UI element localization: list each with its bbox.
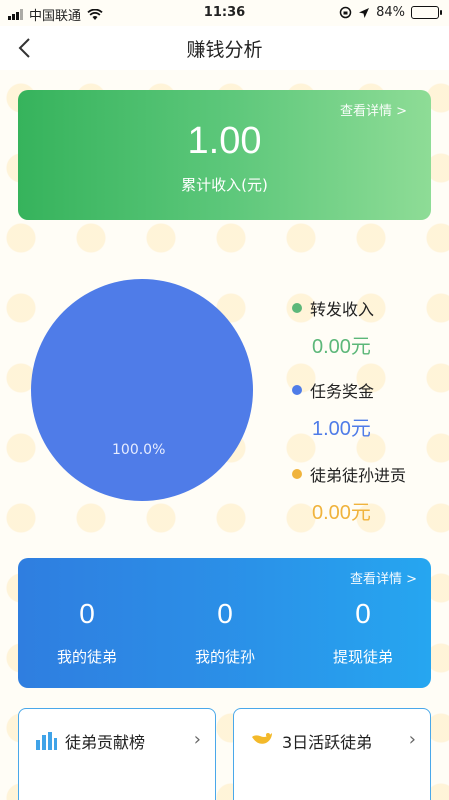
contribution-rank-card[interactable]: 徒弟贡献榜 › xyxy=(18,708,216,800)
pie-data-label: 100.0% xyxy=(112,442,166,458)
total-income-amount: 1.00 xyxy=(187,120,262,162)
income-detail-link[interactable]: 查看详情 > xyxy=(340,100,407,119)
chevron-right-icon: › xyxy=(408,729,416,750)
battery-percent: 84% xyxy=(376,5,405,20)
chevron-right-icon: › xyxy=(193,729,201,750)
team-detail-link[interactable]: 查看详情 > xyxy=(350,568,417,587)
stat-label: 提现徒弟 xyxy=(332,648,393,666)
legend-item-task: 任务奖金 1.00元 xyxy=(292,378,374,441)
stat-label: 我的徒弟 xyxy=(56,648,117,666)
pie-svg xyxy=(31,279,253,501)
stat-withdraw-apprentices[interactable]: 0 提现徒弟 xyxy=(294,598,432,667)
bar-chart-icon xyxy=(36,732,57,750)
nav-bar: 赚钱分析 xyxy=(0,26,449,70)
legend-dot-icon xyxy=(292,469,302,479)
battery-icon xyxy=(411,6,442,19)
stat-grand-apprentices[interactable]: 0 我的徒孙 xyxy=(156,598,294,667)
status-bar: 中国联通 11:36 84% xyxy=(0,0,449,26)
legend-dot-icon xyxy=(292,303,302,313)
legend-label: 任务奖金 xyxy=(310,382,375,401)
stat-apprentices[interactable]: 0 我的徒弟 xyxy=(18,598,156,667)
stat-value: 0 xyxy=(217,598,233,629)
stat-label: 我的徒孙 xyxy=(194,648,255,666)
status-right: 84% xyxy=(339,5,442,20)
stat-value: 0 xyxy=(355,598,371,629)
income-card: 查看详情 > 1.00 累计收入(元) xyxy=(18,90,431,220)
team-card: 查看详情 > 0 我的徒弟 0 我的徒孙 0 提现徒弟 xyxy=(18,558,431,688)
bird-icon xyxy=(252,733,272,744)
legend-value: 0.00元 xyxy=(312,502,371,524)
rank-card-title: 3日活跃徒弟 xyxy=(282,733,373,752)
rank-card-title: 徒弟贡献榜 xyxy=(65,733,146,752)
active-apprentices-card[interactable]: 3日活跃徒弟 › xyxy=(233,708,431,800)
income-pie-chart: 100.0% xyxy=(30,278,254,502)
location-icon xyxy=(359,7,370,18)
legend-value: 1.00元 xyxy=(312,418,371,440)
legend-item-tribute: 徒弟徒孙进贡 0.00元 xyxy=(292,462,406,525)
total-income-caption: 累计收入(元) xyxy=(181,176,268,194)
page-title: 赚钱分析 xyxy=(186,39,263,61)
pie-slice-任务奖金 xyxy=(31,279,253,501)
legend-value: 0.00元 xyxy=(312,336,371,358)
legend-item-forward: 转发收入 0.00元 xyxy=(292,296,374,359)
rotation-lock-icon xyxy=(339,6,352,19)
legend-label: 转发收入 xyxy=(310,300,375,319)
legend-label: 徒弟徒孙进贡 xyxy=(310,466,407,485)
legend-dot-icon xyxy=(292,385,302,395)
stat-value: 0 xyxy=(79,598,95,629)
